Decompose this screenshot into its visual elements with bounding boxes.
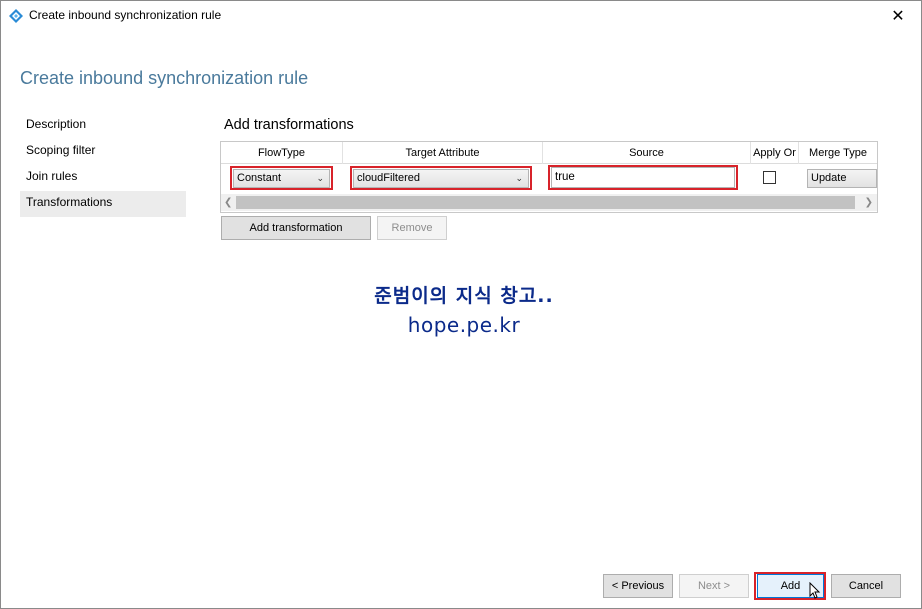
- grid-header: FlowType Target Attribute Source Apply O…: [221, 142, 877, 164]
- watermark-line2: hope.pe.kr: [407, 313, 521, 337]
- source-highlight: [548, 165, 738, 190]
- column-header-source[interactable]: Source: [543, 142, 751, 164]
- azure-ad-connect-icon: [9, 9, 23, 23]
- page-title: Create inbound synchronization rule: [20, 68, 309, 88]
- merge-type-select[interactable]: Update: [807, 169, 877, 188]
- wizard-nav: Description Scoping filter Join rules Tr…: [20, 113, 186, 217]
- dialog-window: Create inbound synchronization rule ✕ Cr…: [0, 0, 922, 609]
- watermark-line1: 준범이의 지식 창고..: [374, 285, 554, 307]
- nav-item-description[interactable]: Description: [20, 113, 186, 139]
- cancel-button[interactable]: Cancel: [831, 574, 901, 598]
- apply-once-checkbox[interactable]: [763, 171, 776, 184]
- table-row: Constant ⌄ cloudFiltered ⌄ true Update: [221, 164, 877, 194]
- scroll-left-icon[interactable]: ❮: [224, 194, 232, 211]
- column-header-merge-type[interactable]: Merge Type: [799, 142, 877, 164]
- title-bar: Create inbound synchronization rule ✕: [1, 1, 921, 31]
- flowtype-highlight: [230, 166, 333, 190]
- column-header-apply-once[interactable]: Apply Or: [751, 142, 799, 164]
- nav-item-join-rules[interactable]: Join rules: [20, 165, 186, 191]
- column-header-flowtype[interactable]: FlowType: [221, 142, 343, 164]
- previous-button[interactable]: < Previous: [603, 574, 673, 598]
- column-header-target-attribute[interactable]: Target Attribute: [343, 142, 543, 164]
- transformations-grid: FlowType Target Attribute Source Apply O…: [220, 141, 878, 213]
- mouse-cursor-icon: [809, 582, 821, 599]
- next-button[interactable]: Next >: [679, 574, 749, 598]
- scrollbar-thumb[interactable]: [236, 196, 855, 209]
- scroll-right-icon[interactable]: ❯: [865, 194, 873, 211]
- add-transformation-button[interactable]: Add transformation: [221, 216, 371, 240]
- watermark: 준범이의 지식 창고.. hope.pe.kr: [374, 281, 554, 337]
- close-icon: ✕: [891, 8, 905, 25]
- horizontal-scrollbar[interactable]: ❮ ❯: [221, 194, 877, 211]
- nav-item-scoping-filter[interactable]: Scoping filter: [20, 139, 186, 165]
- nav-item-transformations[interactable]: Transformations: [20, 191, 186, 217]
- merge-type-value: Update: [811, 172, 847, 184]
- close-button[interactable]: ✕: [875, 1, 921, 31]
- remove-button[interactable]: Remove: [377, 216, 447, 240]
- window-title: Create inbound synchronization rule: [29, 8, 222, 22]
- target-attribute-highlight: [350, 166, 532, 190]
- section-title: Add transformations: [224, 117, 354, 133]
